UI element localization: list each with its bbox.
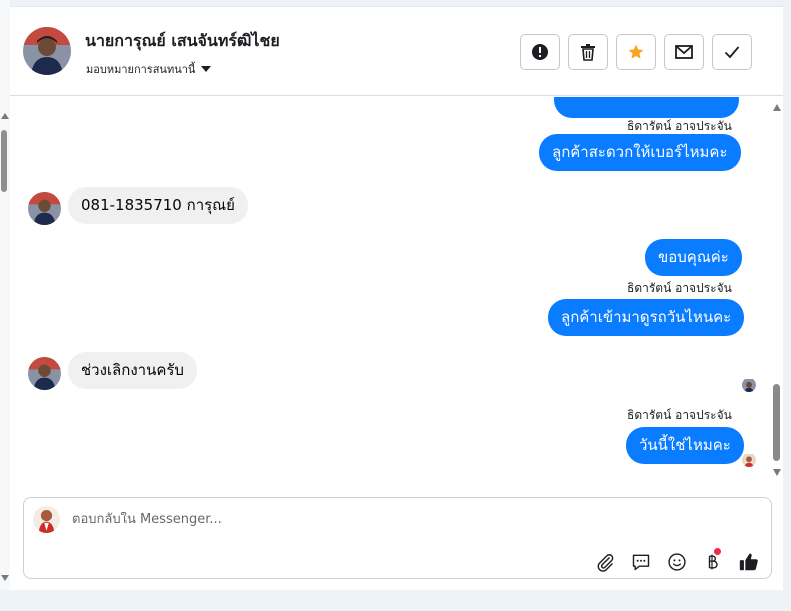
conversation-header: นายการุณย์ เสนจันทร์ฒิไชย มอบหมายการสนทน…: [10, 7, 783, 96]
baht-icon: [708, 554, 718, 570]
message-bubble-outgoing[interactable]: ลูกค้าเข้ามาดูรถวันไหนคะ: [548, 299, 745, 336]
left-scrollbar-track[interactable]: [0, 0, 10, 611]
message-bubble-outgoing[interactable]: วันนี้ใช่ไหมคะ: [626, 427, 744, 464]
attach-file-button[interactable]: [593, 550, 617, 574]
message-bubble-outgoing[interactable]: [554, 97, 739, 118]
contact-avatar-small: [28, 357, 61, 390]
saved-replies-button[interactable]: [629, 550, 653, 574]
delete-button[interactable]: [568, 34, 608, 70]
mark-spam-button[interactable]: [520, 34, 560, 70]
sender-label: ธิดารัตน์ อาจประจัน: [627, 281, 732, 295]
message-bubble-incoming[interactable]: 081-1835710 การุณย์: [68, 187, 248, 224]
emoji-button[interactable]: [665, 550, 689, 574]
mark-done-button[interactable]: [712, 34, 752, 70]
chat-scroll-down-arrow-icon[interactable]: [773, 469, 781, 476]
delivered-indicator-avatar: [742, 453, 756, 467]
exclamation-circle-icon: [532, 44, 548, 60]
trash-icon: [581, 44, 595, 61]
notification-dot: [714, 548, 721, 555]
message-bubble-outgoing[interactable]: ลูกค้าสะดวกให้เบอร์ไหมคะ: [539, 134, 741, 171]
paperclip-icon: [597, 554, 614, 572]
left-scroll-up-arrow-icon[interactable]: [1, 113, 9, 119]
mark-unread-button[interactable]: [664, 34, 704, 70]
chat-scrollbar-thumb[interactable]: [773, 384, 780, 461]
contact-name: นายการุณย์ เสนจันทร์ฒิไชย: [85, 31, 280, 50]
star-icon: [628, 44, 644, 59]
follow-up-star-button[interactable]: [616, 34, 656, 70]
reply-input[interactable]: [72, 512, 732, 527]
page-background-band: [0, 590, 791, 611]
envelope-icon: [675, 45, 693, 59]
seen-indicator-avatar: [742, 378, 756, 392]
chat-scroll-up-arrow-icon[interactable]: [773, 104, 781, 111]
payment-button[interactable]: [700, 548, 724, 574]
page-avatar: [33, 506, 60, 533]
message-bubble-outgoing[interactable]: ขอบคุณค่ะ: [645, 239, 742, 276]
message-bubble-incoming[interactable]: ช่วงเลิกงานครับ: [68, 352, 197, 389]
assign-conversation-dropdown[interactable]: มอบหมายการสนทนานี้: [86, 60, 212, 78]
assign-label: มอบหมายการสนทนานี้: [86, 63, 196, 76]
caret-down-icon: [201, 66, 212, 72]
thumbs-up-icon: [739, 553, 758, 571]
chat-bubble-icon: [632, 554, 650, 571]
left-scrollbar-thumb[interactable]: [1, 130, 7, 192]
reply-composer: [23, 497, 772, 579]
message-thread: ธิดารัตน์ อาจประจัน ลูกค้าสะดวกให้เบอร์ไ…: [10, 97, 770, 485]
check-icon: [724, 46, 740, 59]
contact-avatar[interactable]: [23, 27, 71, 75]
conversation-panel: นายการุณย์ เสนจันทร์ฒิไชย มอบหมายการสนทน…: [10, 6, 783, 590]
left-scroll-down-arrow-icon[interactable]: [1, 575, 9, 581]
sender-label: ธิดารัตน์ อาจประจัน: [627, 408, 732, 422]
contact-avatar-small: [28, 192, 61, 225]
smiley-icon: [668, 553, 686, 571]
header-actions: [520, 34, 752, 70]
send-like-button[interactable]: [737, 550, 761, 574]
